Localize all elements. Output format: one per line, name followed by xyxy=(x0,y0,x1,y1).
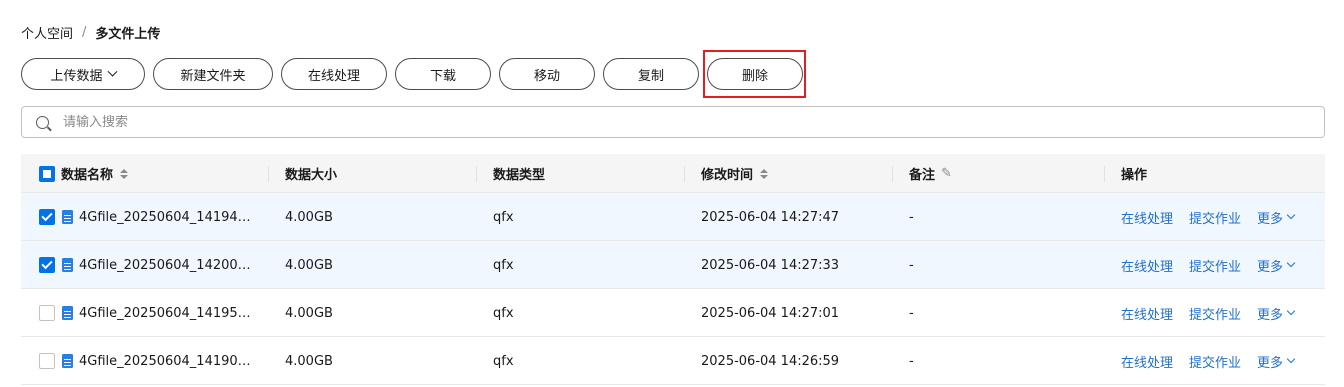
file-note: - xyxy=(909,353,914,369)
file-name[interactable]: 4Gfile_20250604_14190… xyxy=(79,354,251,369)
header-name-label: 数据名称 xyxy=(61,168,114,183)
chevron-down-icon xyxy=(1286,210,1296,220)
file-modified: 2025-06-04 14:26:59 xyxy=(701,353,840,369)
search-bar xyxy=(21,106,1325,138)
row-checkbox[interactable] xyxy=(39,305,55,321)
header-size: 数据大小 xyxy=(285,168,338,183)
file-note: - xyxy=(909,305,914,321)
online-process-link[interactable]: 在线处理 xyxy=(1121,304,1173,323)
table-row[interactable]: 4Gfile_20250604_14195… 4.00GB qfx 2025-0… xyxy=(21,289,1325,337)
new-folder-button[interactable]: 新建文件夹 xyxy=(153,58,273,90)
header-name: 数据名称 xyxy=(39,154,129,193)
online-process-link[interactable]: 在线处理 xyxy=(1121,256,1173,275)
header-note-label: 备注 xyxy=(909,168,936,183)
search-icon xyxy=(36,115,49,129)
more-dropdown[interactable]: 更多 xyxy=(1257,352,1296,371)
table-row[interactable]: 4Gfile_20250604_14194… 4.00GB qfx 2025-0… xyxy=(21,193,1325,241)
file-modified: 2025-06-04 14:27:33 xyxy=(701,257,840,273)
more-dropdown[interactable]: 更多 xyxy=(1257,208,1296,227)
breadcrumb-parent[interactable]: 个人空间 xyxy=(21,23,73,42)
copy-button[interactable]: 复制 xyxy=(603,58,699,90)
file-modified: 2025-06-04 14:27:47 xyxy=(701,209,840,225)
file-type: qfx xyxy=(493,257,514,273)
table-row[interactable]: 4Gfile_20250604_14190… 4.00GB qfx 2025-0… xyxy=(21,337,1325,385)
search-input[interactable] xyxy=(63,114,1263,130)
more-label: 更多 xyxy=(1257,211,1284,227)
upload-data-label: 上传数据 xyxy=(50,68,103,84)
download-button[interactable]: 下载 xyxy=(395,58,491,90)
chevron-down-icon xyxy=(1286,306,1296,316)
table-row[interactable]: 4Gfile_20250604_14200… 4.00GB qfx 2025-0… xyxy=(21,241,1325,289)
file-name[interactable]: 4Gfile_20250604_14194… xyxy=(79,210,251,225)
file-type: qfx xyxy=(493,209,514,225)
sort-icon[interactable] xyxy=(119,168,129,180)
file-icon xyxy=(62,354,73,368)
row-checkbox[interactable] xyxy=(39,209,55,225)
breadcrumb: 个人空间 / 多文件上传 xyxy=(21,22,160,42)
file-note: - xyxy=(909,257,914,273)
submit-job-link[interactable]: 提交作业 xyxy=(1189,256,1241,275)
submit-job-link[interactable]: 提交作业 xyxy=(1189,304,1241,323)
more-label: 更多 xyxy=(1257,307,1284,323)
submit-job-link[interactable]: 提交作业 xyxy=(1189,208,1241,227)
move-button[interactable]: 移动 xyxy=(499,58,595,90)
column-divider xyxy=(1104,166,1105,182)
data-table: 数据名称 数据大小 数据类型 修改时间 备注 ✎ 操作 4Gfile_20250… xyxy=(21,154,1325,385)
file-modified: 2025-06-04 14:27:01 xyxy=(701,305,840,321)
breadcrumb-separator: / xyxy=(82,24,87,40)
header-modified: 修改时间 xyxy=(701,154,769,193)
column-divider xyxy=(268,166,269,182)
file-name[interactable]: 4Gfile_20250604_14195… xyxy=(79,306,251,321)
file-icon xyxy=(62,258,73,272)
row-checkbox[interactable] xyxy=(39,257,55,273)
file-size: 4.00GB xyxy=(285,305,333,321)
file-size: 4.00GB xyxy=(285,257,333,273)
file-icon xyxy=(62,210,73,224)
more-dropdown[interactable]: 更多 xyxy=(1257,256,1296,275)
chevron-down-icon xyxy=(107,66,117,77)
table-header: 数据名称 数据大小 数据类型 修改时间 备注 ✎ 操作 xyxy=(21,154,1325,193)
file-icon xyxy=(62,306,73,320)
more-label: 更多 xyxy=(1257,259,1284,275)
header-note: 备注 ✎ xyxy=(909,154,952,193)
upload-data-button[interactable]: 上传数据 xyxy=(21,58,145,90)
column-divider xyxy=(892,166,893,182)
chevron-down-icon xyxy=(1286,258,1296,268)
file-name[interactable]: 4Gfile_20250604_14200… xyxy=(79,258,251,273)
delete-highlight-box xyxy=(703,50,806,98)
file-type: qfx xyxy=(493,353,514,369)
online-process-link[interactable]: 在线处理 xyxy=(1121,208,1173,227)
page-title: 多文件上传 xyxy=(95,26,161,42)
file-note: - xyxy=(909,209,914,225)
file-size: 4.00GB xyxy=(285,209,333,225)
sort-icon[interactable] xyxy=(759,168,769,180)
more-label: 更多 xyxy=(1257,355,1284,371)
header-actions: 操作 xyxy=(1121,168,1148,183)
submit-job-link[interactable]: 提交作业 xyxy=(1189,352,1241,371)
header-type: 数据类型 xyxy=(493,168,546,183)
header-modified-label: 修改时间 xyxy=(701,168,754,183)
row-checkbox[interactable] xyxy=(39,353,55,369)
select-all-checkbox[interactable] xyxy=(39,165,55,182)
chevron-down-icon xyxy=(1286,354,1296,364)
online-process-link[interactable]: 在线处理 xyxy=(1121,352,1173,371)
file-type: qfx xyxy=(493,305,514,321)
online-process-button[interactable]: 在线处理 xyxy=(281,58,387,90)
column-divider xyxy=(476,166,477,182)
file-size: 4.00GB xyxy=(285,353,333,369)
column-divider xyxy=(684,166,685,182)
edit-pencil-icon[interactable]: ✎ xyxy=(941,166,952,181)
more-dropdown[interactable]: 更多 xyxy=(1257,304,1296,323)
